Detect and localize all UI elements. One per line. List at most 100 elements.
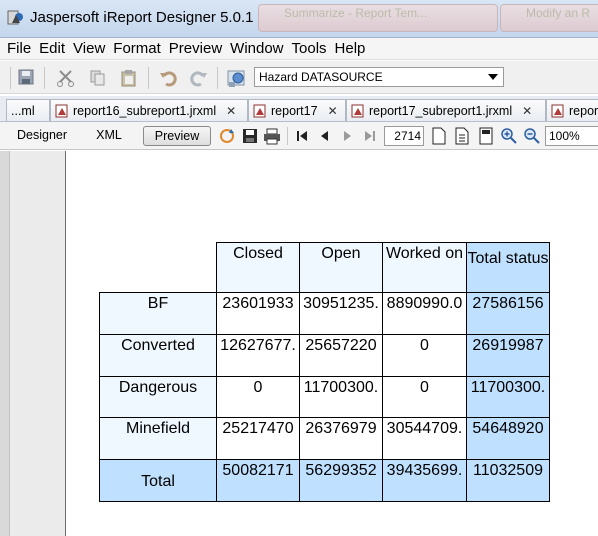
title-bar: Jaspersoft iReport Designer 5.0.1 Summar… xyxy=(0,0,598,38)
report-file-icon xyxy=(55,104,68,117)
tab-label: repor xyxy=(569,103,598,118)
menu-preview[interactable]: Preview xyxy=(169,40,222,57)
column-header: Closed xyxy=(216,242,300,293)
close-icon[interactable]: ✕ xyxy=(328,104,338,118)
table-cell: 30544709. xyxy=(382,417,467,460)
next-page-icon[interactable] xyxy=(338,127,356,145)
table-cell: 25657220 xyxy=(299,334,383,377)
table-cell: 23601933 xyxy=(216,292,300,335)
table-row: Dangerous 0 11700300. 0 11700300. xyxy=(99,376,550,418)
row-header: Converted xyxy=(99,334,217,377)
close-icon[interactable]: ✕ xyxy=(522,104,532,118)
menu-edit[interactable]: Edit xyxy=(39,40,65,57)
toolbar-separator xyxy=(217,67,218,89)
table-cell: 26376979 xyxy=(299,417,383,460)
document-tabs: ...ml report16_subreport1.jrxml ✕ report… xyxy=(0,96,598,122)
preview-tab-button[interactable]: Preview xyxy=(143,126,211,146)
datasource-select[interactable]: Hazard DATASOURCE xyxy=(254,67,504,87)
xml-tab-button[interactable]: XML xyxy=(84,126,134,146)
table-cell: 12627677. xyxy=(216,334,300,377)
report-file-icon xyxy=(351,104,364,117)
redo-icon[interactable] xyxy=(188,67,210,89)
view-toolbar: Designer XML Preview 2714 100% xyxy=(0,122,598,150)
column-total-cell: 50082171 xyxy=(216,459,300,502)
datasource-icon[interactable] xyxy=(226,67,248,89)
fit-page-icon[interactable] xyxy=(453,127,471,145)
table-cell: 11700300. xyxy=(299,376,383,418)
tab-xml[interactable]: ...ml xyxy=(6,99,50,121)
table-row: Converted 12627677. 25657220 0 26919987 xyxy=(99,334,550,377)
report-file-icon xyxy=(253,104,266,117)
crosstab-corner xyxy=(100,243,217,293)
report-preview: Closed Open Worked on Total status BF 23… xyxy=(0,151,598,536)
row-header: Minefield xyxy=(99,417,217,460)
column-header: Worked on xyxy=(382,242,467,293)
table-row: Minefield 25217470 26376979 30544709. 54… xyxy=(99,417,550,460)
row-total-cell: 27586156 xyxy=(466,292,550,335)
refresh-icon[interactable] xyxy=(218,127,236,145)
chevron-down-icon xyxy=(488,74,498,80)
tab-label: report16_subreport1.jrxml xyxy=(73,103,217,118)
preview-scroll-strip xyxy=(0,151,10,536)
paste-icon[interactable] xyxy=(118,67,140,89)
save-all-icon[interactable] xyxy=(16,67,38,89)
row-total-cell: 11700300. xyxy=(466,376,550,418)
table-cell: 8890990.0 xyxy=(382,292,467,335)
tab-report17-subreport1[interactable]: report17_subreport1.jrxml ✕ xyxy=(346,99,546,121)
tab-label: report17_subreport1.jrxml xyxy=(369,103,513,118)
save-icon[interactable] xyxy=(241,127,259,145)
actual-size-icon[interactable] xyxy=(430,127,448,145)
row-total-cell: 26919987 xyxy=(466,334,550,377)
grand-total-cell: 11032509 xyxy=(466,459,550,502)
first-page-icon[interactable] xyxy=(293,127,311,145)
datasource-selected-value: Hazard DATASOURCE xyxy=(259,70,383,84)
fit-width-icon[interactable] xyxy=(477,127,495,145)
zoom-out-icon[interactable] xyxy=(523,127,541,145)
menu-help[interactable]: Help xyxy=(335,40,366,57)
column-total-cell: 39435699. xyxy=(382,459,467,502)
background-window-title: Modify an R xyxy=(526,6,591,20)
table-cell: 0 xyxy=(382,376,467,418)
total-row: Total 50082171 56299352 39435699. 110325… xyxy=(99,459,550,502)
menu-file[interactable]: File xyxy=(7,40,31,57)
tab-label: report17 xyxy=(271,103,318,118)
print-icon[interactable] xyxy=(263,127,281,145)
total-row-header: Total xyxy=(99,459,217,502)
cut-icon[interactable] xyxy=(55,67,77,89)
last-page-icon[interactable] xyxy=(361,127,379,145)
column-total-cell: 56299352 xyxy=(299,459,383,502)
menu-bar: File Edit View Format Preview Window Too… xyxy=(0,38,598,60)
tab-report-overflow[interactable]: repor xyxy=(546,99,598,121)
toolbar-separator xyxy=(287,127,288,145)
designer-tab-button[interactable]: Designer xyxy=(10,126,74,146)
table-cell: 25217470 xyxy=(216,417,300,460)
zoom-in-icon[interactable] xyxy=(500,127,518,145)
menu-tools[interactable]: Tools xyxy=(292,40,327,57)
tab-label: ...ml xyxy=(11,103,35,118)
column-header: Open xyxy=(299,242,383,293)
close-icon[interactable]: ✕ xyxy=(226,104,236,118)
page-number-input[interactable]: 2714 xyxy=(384,126,424,146)
previous-page-icon[interactable] xyxy=(316,127,334,145)
crosstab-header-row: Closed Open Worked on Total status xyxy=(100,242,550,293)
copy-icon[interactable] xyxy=(87,67,109,89)
menu-window[interactable]: Window xyxy=(230,40,283,57)
row-header: Dangerous xyxy=(99,376,217,418)
table-row: BF 23601933 30951235. 8890990.0 27586156 xyxy=(99,292,550,335)
row-header: BF xyxy=(99,292,217,335)
tab-report17[interactable]: report17 ✕ xyxy=(248,99,346,121)
preview-left-margin xyxy=(0,151,66,536)
window-title: Jaspersoft iReport Designer 5.0.1 xyxy=(30,9,254,26)
toolbar-grip xyxy=(10,67,11,89)
menu-format[interactable]: Format xyxy=(113,40,161,57)
zoom-level-input[interactable]: 100% xyxy=(545,126,598,146)
undo-icon[interactable] xyxy=(157,67,179,89)
toolbar-separator xyxy=(44,67,45,89)
toolbar-separator xyxy=(148,67,149,89)
app-icon xyxy=(7,10,23,25)
menu-view[interactable]: View xyxy=(73,40,105,57)
tab-report16-subreport1[interactable]: report16_subreport1.jrxml ✕ xyxy=(50,99,248,121)
row-total-cell: 54648920 xyxy=(466,417,550,460)
table-cell: 0 xyxy=(216,376,300,418)
report-file-icon xyxy=(551,104,564,117)
